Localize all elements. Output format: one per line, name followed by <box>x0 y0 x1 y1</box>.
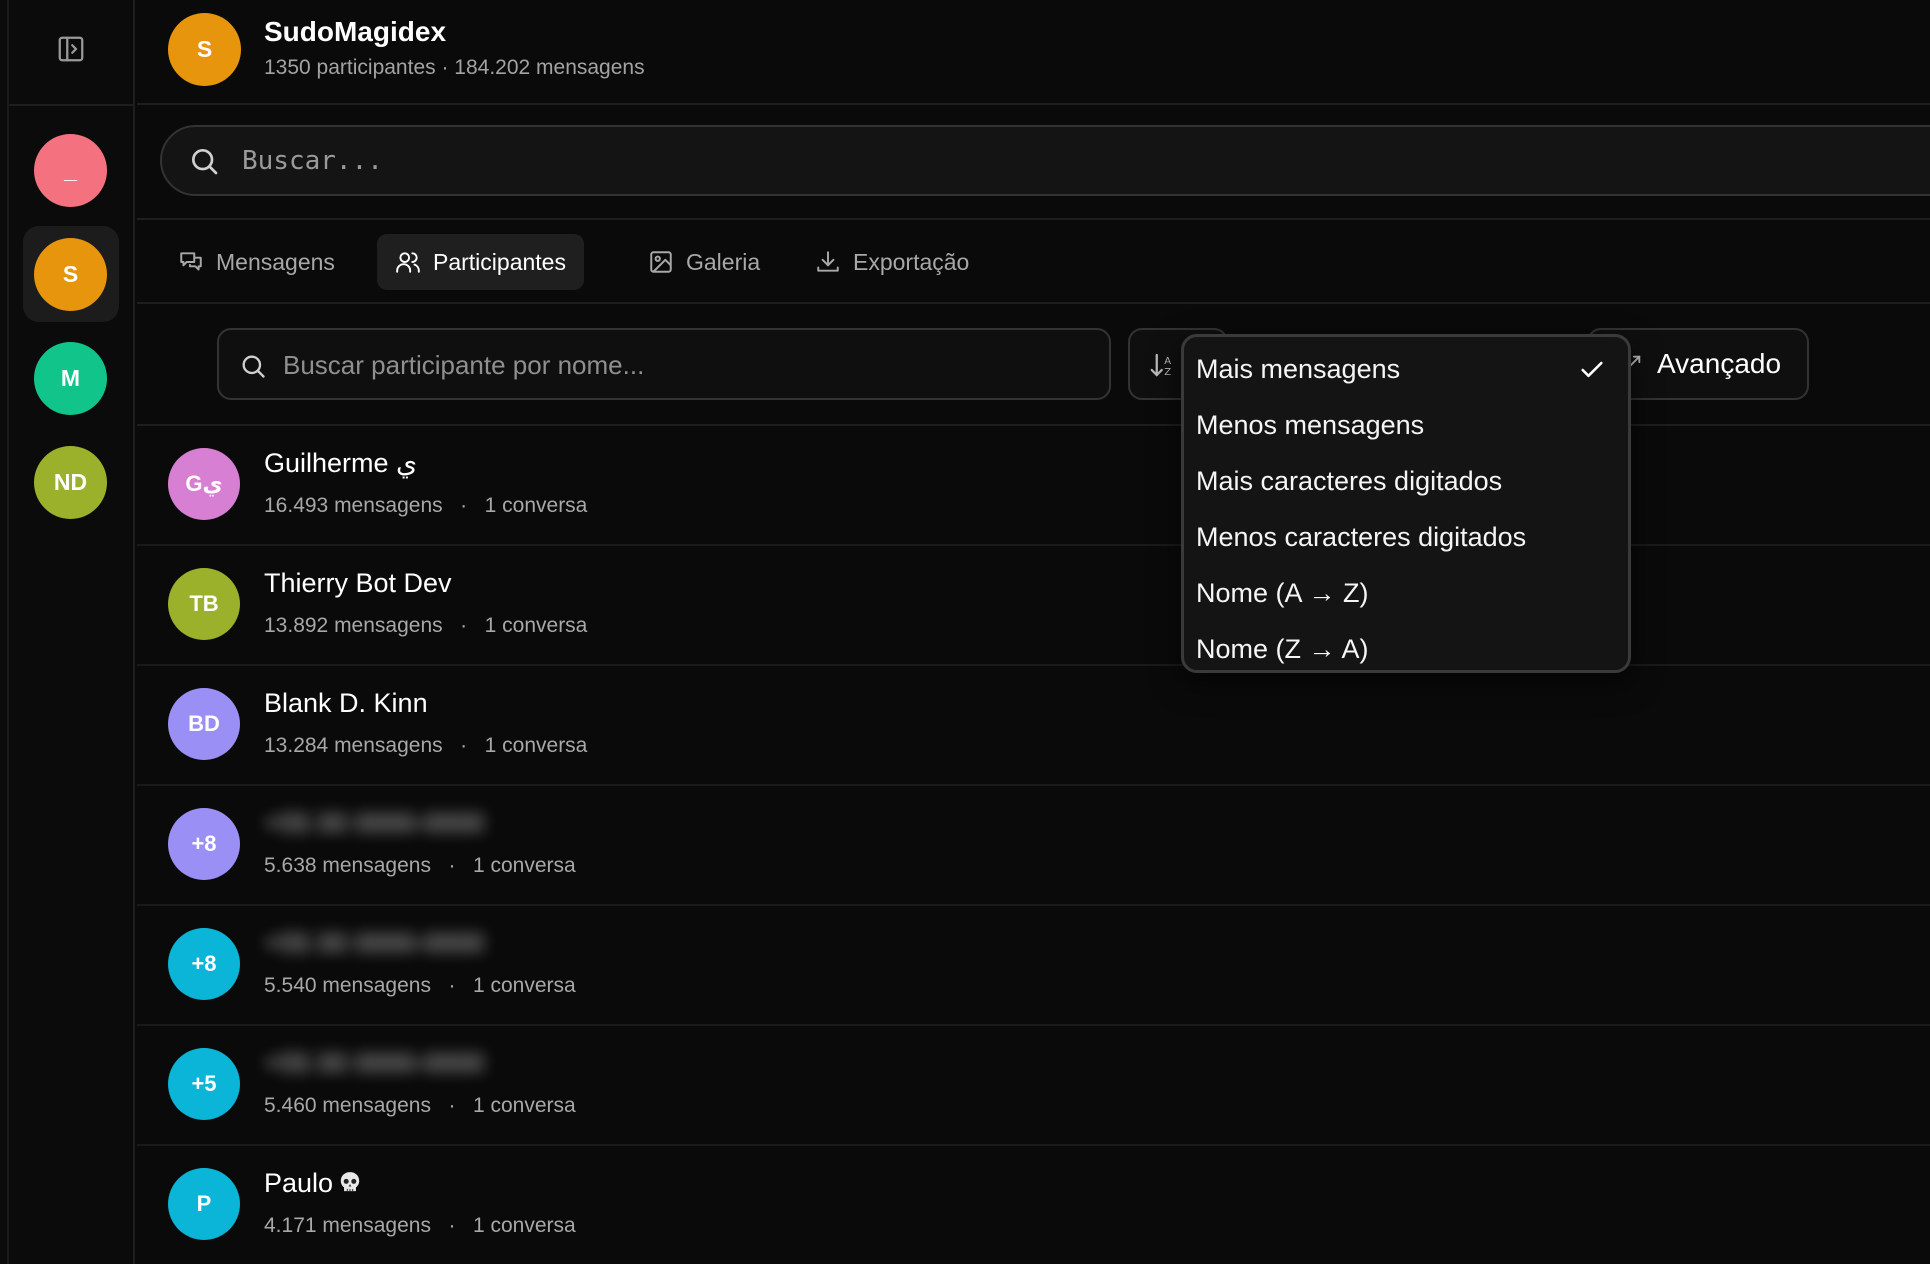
conversation-count: 1 conversa <box>472 1214 576 1237</box>
participant-stats: 5.540 mensagens · 1 conversa <box>264 974 576 997</box>
participant-name: Guilherme ي <box>264 448 418 478</box>
participant-search-input[interactable] <box>283 342 1083 388</box>
sort-option-label: Menos caracteres digitados <box>1196 521 1527 552</box>
participant-filter-bar: AZ Avançado <box>137 304 1930 426</box>
participant-avatar: +5 <box>168 1048 240 1120</box>
image-icon <box>650 251 672 273</box>
participant-name: Blank D. Kinn <box>264 688 428 718</box>
search-icon <box>242 355 265 378</box>
participant-stats: 5.638 mensagens · 1 conversa <box>264 854 576 877</box>
chat-avatar: S <box>168 13 241 86</box>
chat-header: S SudoMagidex 1350 participantes · 184.2… <box>137 0 1930 105</box>
sort-option-least-messages[interactable]: Menos mensagens <box>1184 397 1628 453</box>
message-count: 5.540 mensagens <box>264 974 431 997</box>
sort-option-label: Mais mensagens <box>1196 353 1401 384</box>
sort-option-label: Nome (A → Z) <box>1196 577 1369 608</box>
conversation-count: 1 conversa <box>484 614 588 637</box>
chat-rail: _ S M ND <box>0 0 135 1264</box>
view-tabs: Mensagens Participantes Galeria Exportaç… <box>137 220 1930 304</box>
participant-search-box <box>217 328 1111 400</box>
search-icon <box>192 149 218 175</box>
participant-name-blurred: +55 00 0000-0000 <box>264 928 484 958</box>
sort-option-label: Mais caracteres digitados <box>1196 465 1503 496</box>
sort-az-icon: AZ <box>1150 353 1171 378</box>
chat-stats: 1350 participantes · 184.202 mensagens <box>264 56 645 79</box>
sort-dropdown-menu: Mais mensagens Menos mensagens Mais cara… <box>1181 334 1631 673</box>
sidebar-toggle-icon <box>58 36 84 62</box>
global-search-box <box>160 125 1930 196</box>
rail-divider <box>9 104 133 106</box>
users-icon <box>396 252 420 273</box>
participant-avatar: BD <box>168 688 240 760</box>
participant-row[interactable]: +8 +55 00 0000-0000 5.540 mensagens · 1 … <box>137 906 1930 1026</box>
message-count: 5.638 mensagens <box>264 854 431 877</box>
conversation-count: 1 conversa <box>484 494 588 517</box>
sort-option-least-characters[interactable]: Menos caracteres digitados <box>1184 509 1628 565</box>
message-count: 5.460 mensagens <box>264 1094 431 1117</box>
tab-participants[interactable]: Participantes <box>377 234 584 290</box>
tab-label: Galeria <box>686 248 761 275</box>
participant-name: Paulo <box>264 1168 334 1198</box>
sort-option-most-messages[interactable]: Mais mensagens <box>1184 341 1628 397</box>
participant-name: Thierry Bot Dev <box>264 568 452 598</box>
participant-name-wrap: Paulo <box>264 1168 363 1199</box>
rail-edge <box>7 0 9 1264</box>
app-window: _ S M ND S SudoMagidex 1350 participante… <box>0 0 1930 1264</box>
participant-list: Gي Guilherme ي 16.493 mensagens · 1 conv… <box>137 426 1930 1264</box>
advanced-label: Avançado <box>1657 348 1782 379</box>
participant-row[interactable]: Gي Guilherme ي 16.493 mensagens · 1 conv… <box>137 426 1930 546</box>
rail-chat-avatar[interactable]: ND <box>34 446 107 519</box>
participant-stats: 5.460 mensagens · 1 conversa <box>264 1094 576 1117</box>
rail-chat-avatar[interactable]: M <box>34 342 107 415</box>
global-search-input[interactable] <box>242 137 1842 185</box>
participant-avatar: +8 <box>168 928 240 1000</box>
sort-option-name-asc[interactable]: Nome (A → Z) <box>1184 565 1628 621</box>
participant-name-blurred: +55 00 0000-0000 <box>264 1048 484 1078</box>
rail-chat-avatar[interactable]: S <box>34 238 107 311</box>
skull-emoji-icon <box>340 1172 360 1192</box>
participant-row[interactable]: +8 +55 00 0000-0000 5.638 mensagens · 1 … <box>137 786 1930 906</box>
sidebar-toggle-button[interactable] <box>48 28 94 70</box>
participant-stats: 13.284 mensagens · 1 conversa <box>264 734 588 757</box>
svg-text:A: A <box>1164 356 1171 367</box>
tab-gallery[interactable]: Galeria <box>630 234 778 290</box>
sort-option-most-characters[interactable]: Mais caracteres digitados <box>1184 453 1628 509</box>
participant-stats: 16.493 mensagens · 1 conversa <box>264 494 588 517</box>
participant-avatar: P <box>168 1168 240 1240</box>
participant-avatar: TB <box>168 568 240 640</box>
tab-messages[interactable]: Mensagens <box>160 234 353 290</box>
conversation-count: 1 conversa <box>472 974 576 997</box>
participant-name-blurred: +55 00 0000-0000 <box>264 808 484 838</box>
chat-title: SudoMagidex <box>264 16 447 47</box>
tab-label: Exportação <box>853 248 970 275</box>
participant-row[interactable]: P Paulo 4.171 mensagens · 1 conversa <box>137 1146 1930 1264</box>
tab-label: Participantes <box>433 248 566 275</box>
participant-row[interactable]: +5 +55 00 0000-0000 5.460 mensagens · 1 … <box>137 1026 1930 1146</box>
participant-row[interactable]: BD Blank D. Kinn 13.284 mensagens · 1 co… <box>137 666 1930 786</box>
sort-option-label: Nome (Z → A) <box>1196 633 1369 664</box>
download-icon <box>817 251 839 272</box>
message-count: 16.493 mensagens <box>264 494 443 517</box>
message-count: 13.284 mensagens <box>264 734 443 757</box>
tab-label: Mensagens <box>216 248 335 275</box>
participant-avatar: Gي <box>168 448 240 520</box>
message-count: 4.171 mensagens <box>264 1214 431 1237</box>
conversation-count: 1 conversa <box>472 1094 576 1117</box>
chat-bubbles-icon <box>180 252 202 271</box>
check-icon <box>1581 361 1603 378</box>
conversation-count: 1 conversa <box>472 854 576 877</box>
participant-stats: 13.892 mensagens · 1 conversa <box>264 614 588 637</box>
tab-export[interactable]: Exportação <box>797 234 987 290</box>
participant-avatar: +8 <box>168 808 240 880</box>
conversation-count: 1 conversa <box>484 734 588 757</box>
sort-option-name-desc[interactable]: Nome (Z → A) <box>1184 621 1628 677</box>
global-search-bar <box>137 105 1930 220</box>
participant-row[interactable]: TB Thierry Bot Dev 13.892 mensagens · 1 … <box>137 546 1930 666</box>
sort-option-label: Menos mensagens <box>1196 409 1425 440</box>
rail-chat-avatar[interactable]: _ <box>34 134 107 207</box>
svg-text:Z: Z <box>1164 367 1171 378</box>
participant-stats: 4.171 mensagens · 1 conversa <box>264 1214 576 1237</box>
message-count: 13.892 mensagens <box>264 614 443 637</box>
